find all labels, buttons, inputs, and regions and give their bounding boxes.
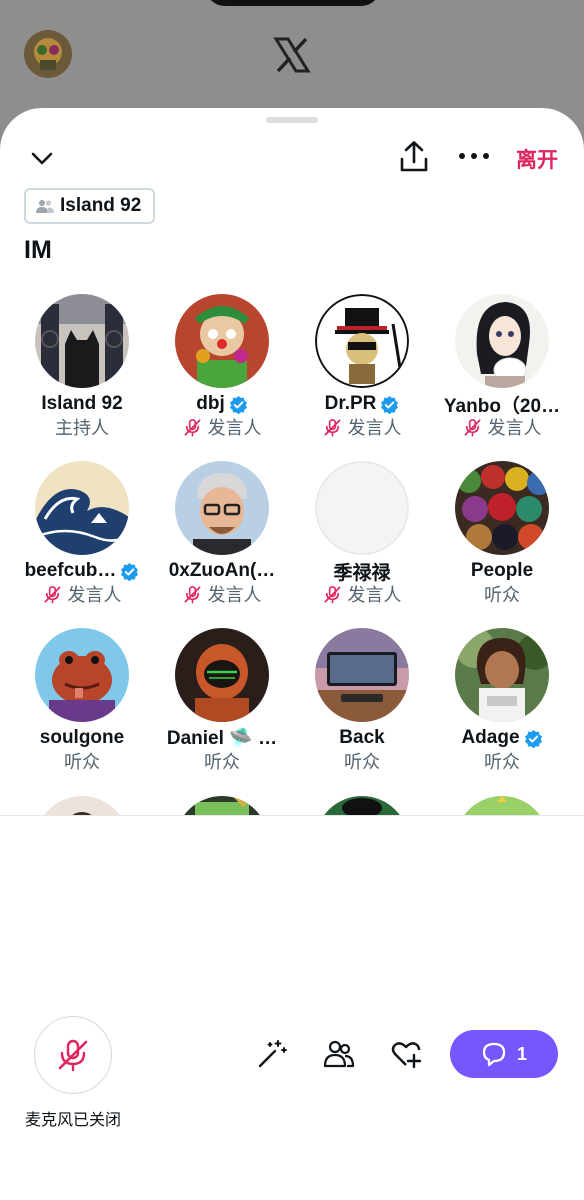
sheet-grabber[interactable] (266, 117, 318, 123)
more-icon[interactable] (457, 144, 491, 168)
participant-card[interactable]: Dr.PR 发言人 (292, 294, 432, 462)
participant-role: 听众 (204, 752, 240, 772)
participant-role: 发言人 (207, 585, 262, 605)
x-logo-icon (273, 36, 311, 74)
chevron-down-icon[interactable] (28, 144, 56, 172)
participant-name: Adage (461, 727, 520, 748)
chat-button[interactable]: 1 (450, 1030, 558, 1078)
participant-role: 发言人 (67, 585, 122, 605)
mic-off-icon (58, 1039, 88, 1072)
participant-card[interactable]: 季禄禄 发言人 (292, 461, 432, 629)
avatar (35, 628, 129, 722)
participant-role: 听众 (64, 752, 100, 772)
divider (0, 815, 584, 816)
avatar (315, 796, 409, 816)
participant-name: Dr.PR (324, 393, 377, 414)
profile-avatar (24, 30, 72, 78)
verified-badge-icon (524, 729, 542, 748)
verified-badge-icon (121, 562, 139, 581)
participant-name: People (470, 560, 534, 581)
participant-name: soulgone (39, 727, 125, 748)
avatar (175, 796, 269, 816)
participant-role: 发言人 (347, 585, 402, 605)
participant-card[interactable]: soulgone 听众 (12, 628, 152, 796)
mic-status-label: 麦克风已关闭 (24, 1112, 121, 1129)
participant-role: 发言人 (487, 418, 542, 438)
participant-card[interactable] (12, 796, 152, 816)
heart-plus-icon[interactable] (390, 1038, 422, 1070)
participant-name: 0xZuoAn(… (168, 560, 276, 581)
participant-card[interactable]: 0xZuoAn(… 发言人 (152, 461, 292, 629)
participant-name: Island 92 (41, 393, 123, 414)
verified-badge-icon (381, 395, 399, 414)
avatar (175, 294, 269, 388)
participant-role: 听众 (344, 752, 380, 772)
avatar (35, 796, 129, 816)
participant-card[interactable] (152, 796, 292, 816)
participant-card[interactable]: beefcub… 发言人 (12, 461, 152, 629)
participant-card[interactable] (292, 796, 432, 816)
participant-name: dbj (196, 393, 225, 414)
avatar (455, 461, 549, 555)
avatar (455, 294, 549, 388)
participant-role: 听众 (484, 752, 520, 772)
space-sheet: 离开 Island 92 IM Island 92 主持人 dbj 发言人 Dr… (0, 108, 584, 1200)
participant-card[interactable]: Island 92 主持人 (12, 294, 152, 462)
participant-role: 主持人 (55, 418, 109, 438)
avatar (35, 294, 129, 388)
participant-grid: Island 92 主持人 dbj 发言人 Dr.PR 发言人 Yanbo（20… (12, 294, 572, 816)
participant-card[interactable]: Adage 听众 (432, 628, 572, 796)
participant-card[interactable]: dbj 发言人 (152, 294, 292, 462)
verified-badge-icon (229, 395, 247, 414)
sheet-header: 离开 (0, 138, 584, 178)
mic-off-icon (324, 418, 340, 436)
mic-off-icon (184, 418, 200, 436)
avatar (315, 628, 409, 722)
share-icon[interactable] (398, 140, 430, 174)
people-icon[interactable] (323, 1038, 355, 1070)
community-label: Island 92 (60, 195, 142, 216)
mic-off-icon (324, 585, 340, 603)
avatar (455, 628, 549, 722)
participant-card[interactable]: Back 听众 (292, 628, 432, 796)
community-chip[interactable]: Island 92 (24, 188, 156, 224)
participant-card[interactable]: People 听众 (432, 461, 572, 629)
mic-off-icon (184, 585, 200, 603)
leave-button[interactable]: 离开 (516, 144, 558, 174)
participant-name: Back (339, 727, 385, 748)
avatar (315, 461, 409, 555)
mic-off-icon (44, 585, 60, 603)
magic-wand-icon[interactable] (256, 1038, 288, 1070)
participant-role: 发言人 (347, 418, 402, 438)
avatar (315, 294, 409, 388)
participant-card[interactable]: Yanbo（20… 发言人 (432, 294, 572, 462)
participant-role: 听众 (484, 585, 520, 605)
participant-name: Daniel 🛸 … (166, 728, 278, 749)
chat-count-badge: 1 (516, 1043, 527, 1064)
participant-card[interactable]: Daniel 🛸 … 听众 (152, 628, 292, 796)
avatar (175, 628, 269, 722)
participant-card[interactable] (432, 796, 572, 816)
mic-off-icon (464, 418, 480, 436)
chat-bubble-icon (482, 1042, 506, 1067)
people-icon (36, 200, 54, 213)
avatar (455, 796, 549, 816)
device-notch (205, 0, 381, 6)
avatar (175, 461, 269, 555)
mic-toggle-button[interactable] (34, 1016, 112, 1094)
participant-role: 发言人 (207, 418, 262, 438)
participant-name: beefcub… (24, 560, 117, 581)
avatar (35, 461, 129, 555)
space-title: IM (24, 236, 52, 264)
